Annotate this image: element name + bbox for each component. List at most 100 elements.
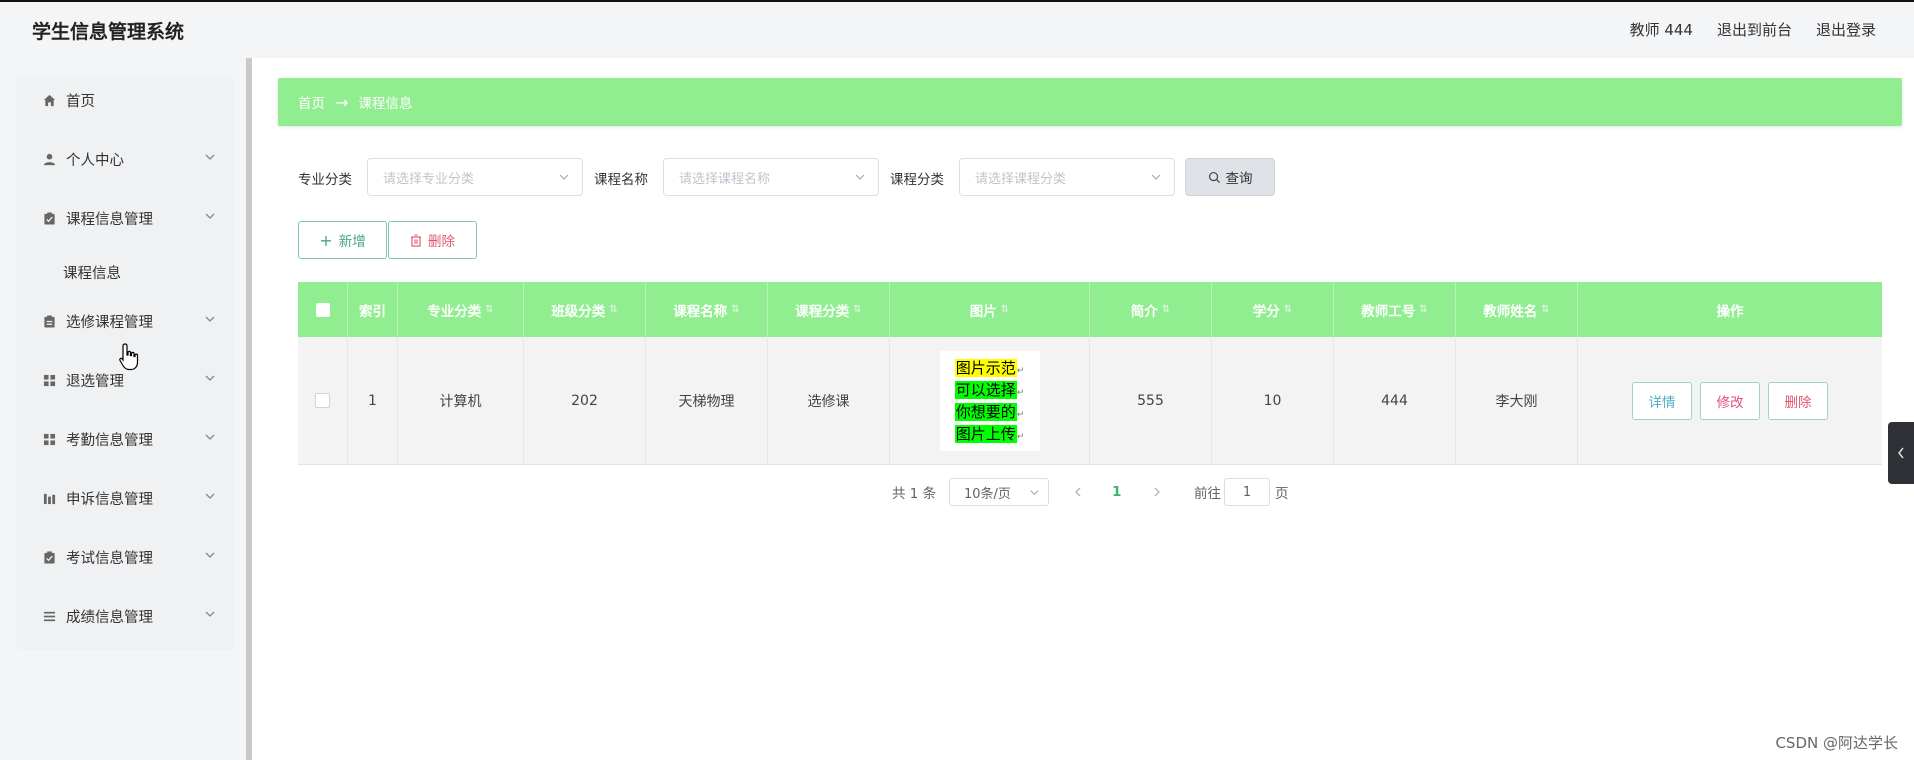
column-header[interactable]: 简介 ⇅: [1090, 282, 1212, 337]
clipboard-icon: [42, 314, 56, 328]
column-header[interactable]: 班级分类 ⇅: [524, 282, 646, 337]
sidebar-panel: 首页 个人中心 课程信息管理 课程信息 选修课程管理 退选管理 考勤信息管理 申…: [0, 58, 252, 760]
table-cell: 天梯物理: [646, 337, 768, 464]
hand-cursor-icon: [119, 343, 139, 371]
sidebar-item-appeal-management[interactable]: 申诉信息管理: [16, 478, 234, 518]
thumbnail-text: 图片上传: [954, 424, 1017, 443]
delete-button[interactable]: 删除: [388, 221, 477, 259]
image-cell: 图片示范↵ 可以选择↵ 你想要的↵ 图片上传↵: [890, 337, 1090, 464]
chevron-left-icon: [1898, 447, 1904, 459]
add-button-label: 新增: [338, 234, 366, 250]
column-header-label: 课程名称: [673, 303, 728, 320]
major-select[interactable]: 请选择专业分类: [367, 158, 583, 196]
return-mark-icon: ↵: [1016, 409, 1025, 420]
top-bar: 学生信息管理系统 教师 444 退出到前台 退出登录: [0, 0, 1914, 58]
sidebar-item-attendance-management[interactable]: 考勤信息管理: [16, 419, 234, 459]
table-row: 1 计算机 202 天梯物理 选修课 图片示范↵ 可以选择↵ 你想要的↵ 图片上…: [298, 337, 1882, 465]
table-cell: 202: [524, 337, 646, 464]
sidebar-item-label: 退选管理: [66, 373, 124, 390]
grid-icon: [42, 373, 56, 387]
sidebar-item-elective-management[interactable]: 选修课程管理: [16, 301, 234, 341]
sort-icon: ⇅: [1541, 304, 1550, 315]
breadcrumb-home[interactable]: 首页: [298, 92, 325, 112]
column-header-label: 专业分类: [427, 303, 482, 320]
chevron-down-icon: [205, 611, 215, 617]
grid-icon: [42, 432, 56, 446]
column-header[interactable]: 课程名称 ⇅: [646, 282, 768, 337]
page-number-current[interactable]: 1: [1112, 478, 1121, 506]
row-delete-button[interactable]: 删除: [1768, 381, 1828, 420]
sidebar-item-profile[interactable]: 个人中心: [16, 139, 234, 179]
sidebar-item-grade-management[interactable]: 成绩信息管理: [16, 596, 234, 636]
sidebar-item-label: 首页: [66, 93, 95, 110]
breadcrumb: 首页 → 课程信息: [278, 78, 1902, 126]
chevron-down-icon: [205, 552, 215, 558]
table-cell: 选修课: [768, 337, 890, 464]
major-select-placeholder: 请选择专业分类: [383, 171, 475, 187]
course-thumbnail[interactable]: 图片示范↵ 可以选择↵ 你想要的↵ 图片上传↵: [939, 350, 1040, 451]
sort-icon: ⇅: [731, 304, 740, 315]
breadcrumb-current: 课程信息: [358, 96, 413, 112]
chevron-down-icon: [855, 174, 865, 180]
table-cell: 555: [1090, 337, 1212, 464]
sidebar-subitem-course-info[interactable]: 课程信息: [63, 262, 121, 283]
sidebar-item-exam-management[interactable]: 考试信息管理: [16, 537, 234, 577]
select-all-checkbox[interactable]: [315, 302, 330, 317]
detail-button[interactable]: 详情: [1632, 381, 1692, 420]
page-size-select[interactable]: 10条/页: [949, 478, 1049, 506]
row-checkbox[interactable]: [315, 393, 330, 408]
select-all-header: [298, 282, 348, 337]
return-mark-icon: ↵: [1016, 387, 1025, 398]
breadcrumb-separator: →: [335, 92, 349, 112]
type-filter-label: 课程分类: [890, 172, 944, 188]
table-cell: 444: [1334, 337, 1456, 464]
column-header-label: 操作: [1716, 303, 1744, 320]
column-header[interactable]: 课程分类 ⇅: [768, 282, 890, 337]
column-header-label: 教师工号: [1361, 303, 1416, 320]
column-header[interactable]: 专业分类 ⇅: [398, 282, 524, 337]
table-cell: 1: [348, 337, 398, 464]
add-button[interactable]: + 新增: [298, 221, 387, 259]
course-select-placeholder: 请选择课程名称: [679, 171, 771, 187]
chevron-down-icon: [1151, 174, 1161, 180]
type-select[interactable]: 请选择课程分类: [959, 158, 1175, 196]
chevron-down-icon: [1030, 490, 1039, 496]
return-mark-icon: ↵: [1016, 365, 1025, 376]
column-header-label: 学分: [1252, 303, 1280, 320]
table-cell: 10: [1212, 337, 1334, 464]
column-header[interactable]: 学分 ⇅: [1212, 282, 1334, 337]
sort-icon: ⇅: [853, 304, 862, 315]
sidebar-item-label: 课程信息管理: [66, 211, 153, 228]
sort-icon: ⇅: [1419, 304, 1428, 315]
chevron-down-icon: [205, 316, 215, 322]
chevron-down-icon: [205, 493, 215, 499]
edit-button[interactable]: 修改: [1700, 381, 1760, 420]
sidebar-item-course-management[interactable]: 课程信息管理: [16, 198, 234, 238]
sort-icon: ⇅: [1000, 304, 1010, 315]
sort-icon: ⇅: [1283, 304, 1293, 315]
query-button-label: 查询: [1225, 171, 1253, 187]
type-select-placeholder: 请选择课程分类: [975, 171, 1067, 187]
exit-to-front-link[interactable]: 退出到前台: [1717, 19, 1792, 40]
table-cell: 李大刚: [1456, 337, 1578, 464]
prev-page-icon[interactable]: [1073, 478, 1083, 506]
sort-icon: ⇅: [1161, 304, 1171, 315]
goto-page-input[interactable]: 1: [1224, 478, 1270, 506]
column-header[interactable]: 教师姓名 ⇅: [1456, 282, 1578, 337]
chevron-down-icon: [205, 154, 215, 160]
query-button[interactable]: 查询: [1185, 158, 1275, 196]
column-header-label: 班级分类: [551, 303, 606, 320]
panel-toggle-button[interactable]: [1888, 422, 1914, 484]
sidebar-item-home[interactable]: 首页: [16, 80, 234, 120]
column-header[interactable]: 图片 ⇅: [890, 282, 1090, 337]
trash-icon: [411, 233, 421, 247]
chevron-down-icon: [205, 375, 215, 381]
column-header-label: 教师姓名: [1483, 303, 1538, 320]
chevron-down-icon: [205, 434, 215, 440]
search-icon: [1208, 171, 1220, 183]
next-page-icon[interactable]: [1152, 478, 1162, 506]
column-header: 操作: [1578, 282, 1882, 337]
logout-link[interactable]: 退出登录: [1816, 19, 1876, 40]
column-header[interactable]: 教师工号 ⇅: [1334, 282, 1456, 337]
course-select[interactable]: 请选择课程名称: [663, 158, 879, 196]
